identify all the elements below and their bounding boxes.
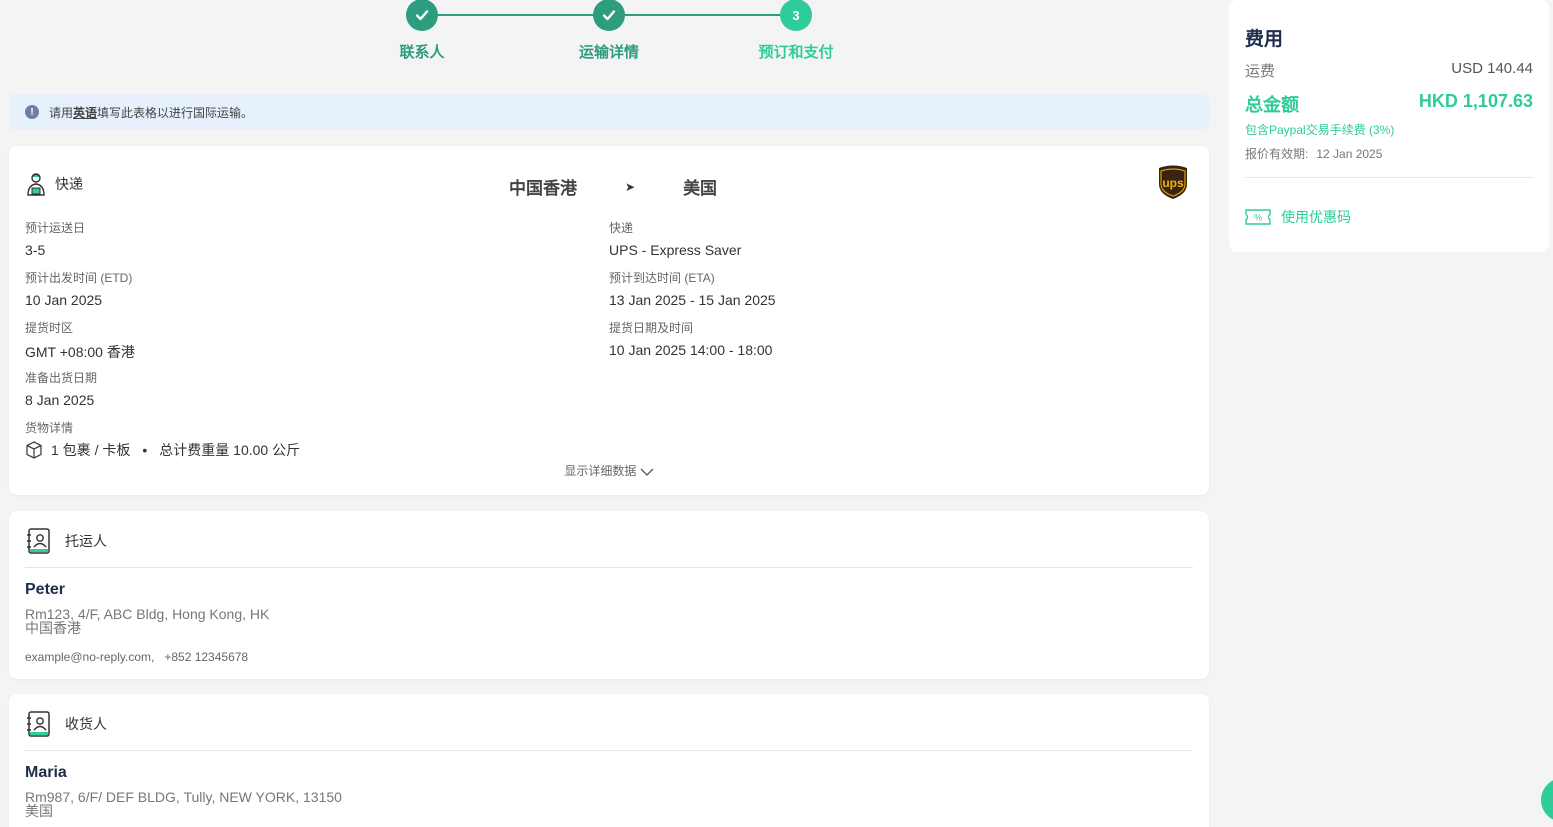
field-value: GMT +08:00 香港 — [25, 344, 135, 360]
consignee-name: Maria — [25, 764, 67, 781]
field-label: 提货日期及时间 — [609, 321, 694, 335]
courier-icon — [27, 173, 45, 196]
field-ready-date: 准备出货日期 8 Jan 2025 — [25, 369, 97, 408]
shipper-contact: example@no-reply.com, +852 12345678 — [25, 650, 249, 664]
field-estimated-transit: 预计运送日 3-5 — [25, 219, 85, 258]
step-3-number: 3 — [780, 0, 812, 31]
validity-label: 报价有效期: — [1245, 147, 1309, 161]
cargo-summary: 1 包裹 / 卡板 • 总计费重量 10.00 公斤 — [25, 440, 300, 460]
divider — [25, 567, 1193, 568]
progress-stepper: 3 联系人 运输详情 预订和支付 — [0, 0, 1218, 80]
coupon-label: 使用优惠码 — [1281, 209, 1351, 225]
show-details-label: 显示详细数据 — [564, 464, 637, 478]
freight-row: 运费 USD 140.44 — [1245, 60, 1533, 81]
field-value: UPS - Express Saver — [609, 242, 742, 258]
field-etd: 预计出发时间 (ETD) 10 Jan 2025 — [25, 269, 132, 308]
notice-prefix: 请用 — [49, 105, 74, 120]
field-pickup-datetime: 提货日期及时间 10 Jan 2025 14:00 - 18:00 — [609, 319, 772, 358]
field-label: 货物详情 — [25, 421, 74, 435]
consignee-header: 收货人 — [25, 710, 107, 738]
freight-value: USD 140.44 — [1451, 60, 1533, 77]
consignee-title: 收货人 — [65, 716, 107, 732]
cargo-packages: 1 包裹 / 卡板 — [51, 442, 131, 458]
step-connector — [609, 14, 796, 16]
shipment-summary-card: 快递 中国香港 ➤ 美国 ups 预计运送日 3-5 预计出发时间 (ETD) … — [9, 146, 1209, 495]
consignee-address-line1: Rm987, 6/F/ DEF BLDG, Tully, NEW YORK, 1… — [25, 789, 342, 805]
step-label-booking-payment: 预订和支付 — [758, 44, 834, 61]
info-icon: ! — [25, 105, 39, 119]
shipper-address-line1: Rm123, 4/F, ABC Bldg, Hong Kong, HK — [25, 606, 270, 622]
field-label: 预计运送日 — [25, 221, 86, 235]
field-eta: 预计到达时间 (ETA) 13 Jan 2025 - 15 Jan 2025 — [609, 269, 776, 308]
divider — [1245, 177, 1533, 178]
package-icon — [26, 441, 42, 459]
validity-value: 12 Jan 2025 — [1316, 147, 1383, 161]
shipper-address-line2: 中国香港 — [25, 620, 81, 636]
shipment-type: 快递 — [25, 172, 83, 196]
fee-title: 费用 — [1245, 29, 1284, 50]
route-origin: 中国香港 — [509, 179, 577, 198]
total-value: HKD 1,107.63 — [1418, 91, 1533, 111]
ups-logo: ups — [1157, 164, 1189, 205]
notice-emphasis: 英语 — [73, 105, 98, 120]
address-book-icon — [27, 711, 50, 737]
field-label: 预计出发时间 (ETD) — [25, 271, 133, 285]
freight-label: 运费 — [1245, 63, 1276, 80]
coupon-icon: % — [1245, 209, 1271, 225]
step-label-contacts[interactable]: 联系人 — [362, 41, 482, 62]
svg-text:ups: ups — [1162, 176, 1184, 190]
field-label: 快递 — [609, 221, 634, 235]
field-value: 3-5 — [25, 242, 46, 258]
field-value: 10 Jan 2025 — [25, 292, 103, 308]
shipper-address: Rm123, 4/F, ABC Bldg, Hong Kong, HK 中国香港 — [25, 607, 269, 635]
show-details-toggle[interactable]: 显示详细数据 — [9, 462, 1209, 479]
consignee-card: 收货人 Maria Rm987, 6/F/ DEF BLDG, Tully, N… — [9, 694, 1209, 827]
step-label-shipping-details[interactable]: 运输详情 — [549, 41, 669, 62]
fee-summary-card: 费用 运费 USD 140.44 总金额 HKD 1,107.63 包含Payp… — [1229, 0, 1549, 252]
shipper-card: 托运人 Peter Rm123, 4/F, ABC Bldg, Hong Kon… — [9, 511, 1209, 679]
shipper-title: 托运人 — [65, 533, 107, 549]
field-label: 预计到达时间 (ETA) — [609, 271, 715, 285]
chat-fab-button[interactable] — [1541, 778, 1553, 822]
field-label: 准备出货日期 — [25, 371, 98, 385]
step-connector — [422, 14, 608, 16]
route-destination: 美国 — [683, 179, 718, 198]
cargo-weight: 总计费重量 10.00 公斤 — [159, 442, 301, 458]
consignee-address: Rm987, 6/F/ DEF BLDG, Tully, NEW YORK, 1… — [25, 790, 342, 818]
separator-dot: • — [142, 442, 148, 458]
divider — [25, 750, 1193, 751]
field-courier: 快递 UPS - Express Saver — [609, 219, 741, 258]
address-book-icon — [27, 528, 50, 554]
svg-text:%: % — [1254, 213, 1262, 223]
shipper-name: Peter — [25, 581, 66, 598]
paypal-fee-note: 包含Paypal交易手续费 (3%) — [1245, 123, 1395, 137]
shipper-header: 托运人 — [25, 527, 107, 555]
total-row: 总金额 HKD 1,107.63 — [1245, 91, 1533, 117]
field-value: 10 Jan 2025 14:00 - 18:00 — [609, 342, 773, 358]
step-2-check-icon[interactable] — [593, 0, 625, 31]
step-1-check-icon[interactable] — [406, 0, 438, 31]
field-cargo-details: 货物详情 — [25, 419, 73, 442]
route: 中国香港 ➤ 美国 — [509, 174, 717, 199]
use-coupon-button[interactable]: % 使用优惠码 — [1245, 207, 1351, 227]
shipment-type-label: 快递 — [55, 176, 83, 192]
quote-validity: 报价有效期: 12 Jan 2025 — [1245, 145, 1382, 162]
field-label: 提货时区 — [25, 321, 74, 335]
total-label: 总金额 — [1245, 95, 1299, 115]
chevron-down-icon — [640, 468, 654, 476]
route-arrow-icon: ➤ — [625, 179, 636, 194]
consignee-address-line2: 美国 — [25, 803, 53, 819]
field-value: 13 Jan 2025 - 15 Jan 2025 — [609, 292, 776, 308]
field-pickup-timezone: 提货时区 GMT +08:00 香港 — [25, 319, 135, 362]
english-notice-banner: ! 请用 英语 填写此表格以进行国际运输。 — [9, 94, 1209, 130]
field-value: 8 Jan 2025 — [25, 392, 95, 408]
notice-suffix: 填写此表格以进行国际运输。 — [97, 105, 254, 120]
